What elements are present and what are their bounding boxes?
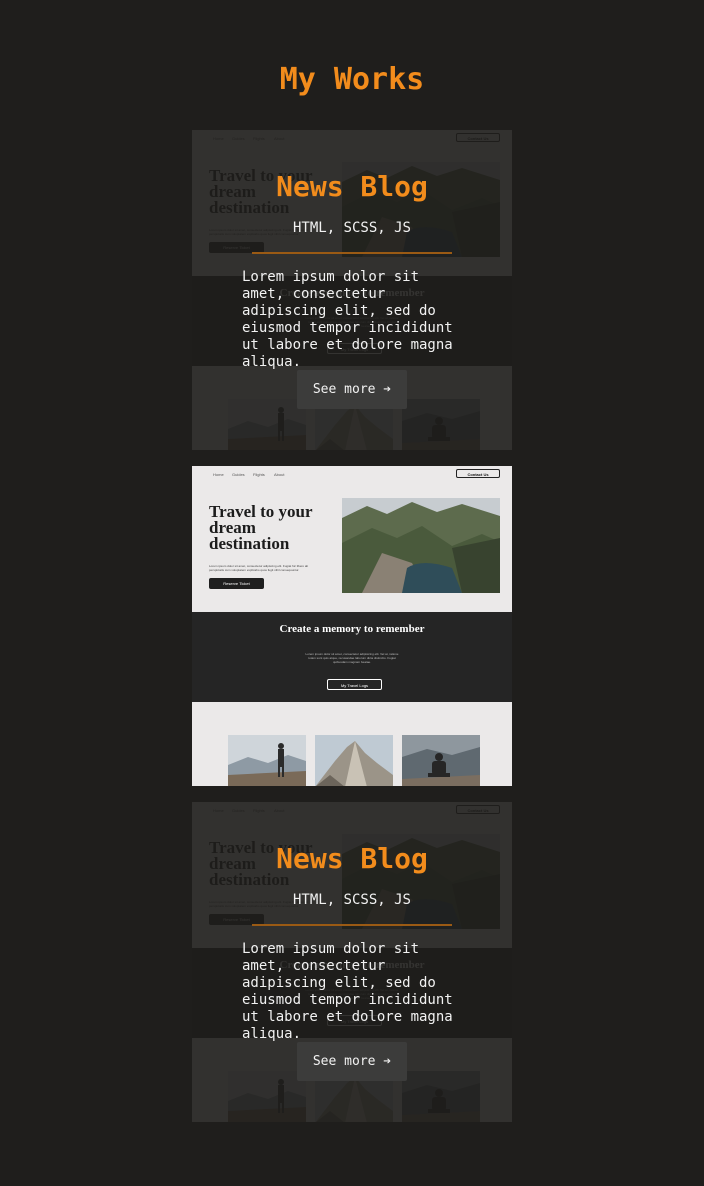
project-overlay: News Blog HTML, SCSS, JS Lorem ipsum dol… (192, 130, 512, 450)
preview-hero-title: Travel to your dream destination (209, 502, 313, 553)
preview-gallery-image-peak (315, 735, 393, 786)
preview-hero-image (342, 498, 500, 593)
preview-dark-text: Lorem ipsum dolor sit amet, consectetur … (305, 652, 399, 664)
project-overlay: News Blog HTML, SCSS, JS Lorem ipsum dol… (192, 802, 512, 1122)
preview-nav: Home Guides Flights About Contact Us (192, 466, 512, 480)
preview-nav-home: Home (213, 472, 224, 477)
preview-nav-about: About (274, 472, 285, 477)
preview-gallery-image-hiker (228, 735, 306, 786)
site-preview: Home Guides Flights About Contact Us Tra… (192, 466, 512, 786)
project-tech: HTML, SCSS, JS (292, 892, 411, 908)
preview-nav-guides: Guides (232, 472, 245, 477)
project-tech: HTML, SCSS, JS (292, 220, 411, 236)
divider (252, 924, 452, 926)
project-card[interactable]: Home Guides Flights About Contact Us Tra… (192, 802, 512, 1122)
project-title: News Blog (276, 842, 428, 875)
project-card-preview[interactable]: Home Guides Flights About Contact Us Tra… (192, 466, 512, 786)
project-title: News Blog (276, 170, 428, 203)
project-description: Lorem ipsum dolor sit amet, consectetur … (242, 941, 453, 1042)
preview-travel-logs-button: My Travel Logs (327, 679, 382, 690)
preview-hero-subtitle: Lorem ipsum dolor sit amet, consectetur … (209, 564, 309, 572)
see-more-button[interactable]: See more ➔ (297, 1042, 407, 1081)
preview-reserve-button: Reserve Ticket (209, 578, 264, 589)
section-title: My Works (279, 62, 425, 97)
preview-dark-title: Create a memory to remember (279, 623, 425, 635)
preview-dark-section: Create a memory to remember Lorem ipsum … (192, 612, 512, 702)
divider (252, 252, 452, 254)
preview-gallery-image-sitting (402, 735, 480, 786)
preview-contact-button: Contact Us (456, 469, 500, 478)
project-card[interactable]: Home Guides Flights About Contact Us Tra… (192, 130, 512, 450)
see-more-button[interactable]: See more ➔ (297, 370, 407, 409)
project-description: Lorem ipsum dolor sit amet, consectetur … (242, 269, 453, 370)
preview-nav-flights: Flights (253, 472, 265, 477)
